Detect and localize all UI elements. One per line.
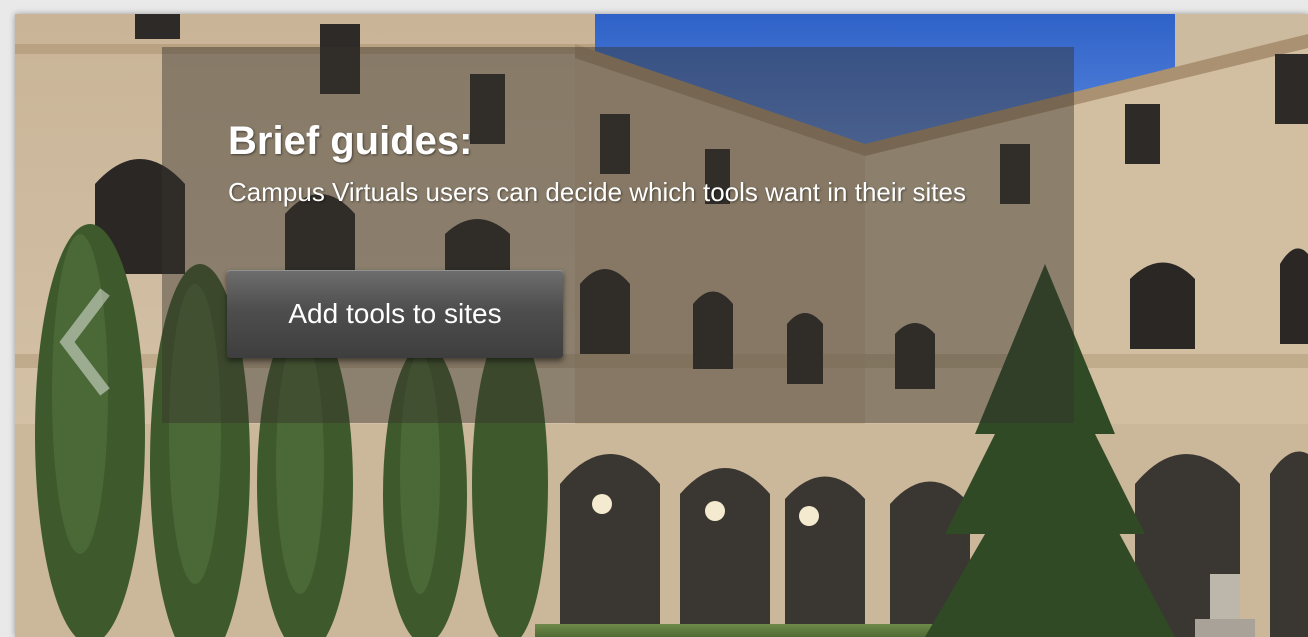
- add-tools-button[interactable]: Add tools to sites: [227, 270, 563, 358]
- slide-description: Campus Virtuals users can decide which t…: [228, 177, 966, 207]
- image-slider: Brief guides: Campus Virtuals users can …: [15, 14, 1308, 637]
- slide-title: Brief guides:: [228, 119, 473, 163]
- chevron-left-icon[interactable]: [55, 282, 125, 402]
- caption-overlay: [162, 47, 1074, 423]
